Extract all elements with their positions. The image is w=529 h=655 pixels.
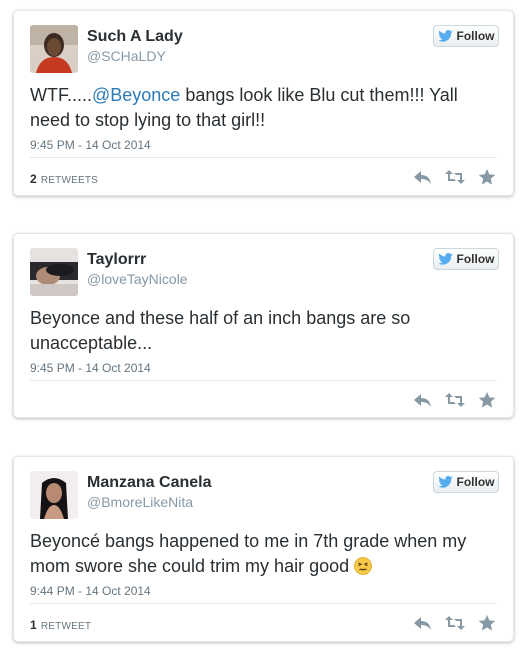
retweet-count-label: RETWEET [40, 621, 92, 632]
avatar[interactable] [30, 471, 78, 519]
tweet-card: Manzana Canela @BmoreLikeNita Follow Bey… [13, 456, 514, 642]
tweet-text: Beyoncé bangs happened to me in 7th grad… [30, 529, 497, 579]
reply-icon[interactable] [413, 391, 433, 409]
display-name[interactable]: Such A Lady [87, 28, 183, 46]
twitter-bird-icon [437, 476, 453, 488]
follow-label: Follow [456, 252, 495, 266]
follow-label: Follow [456, 475, 495, 489]
tweet-text: Beyonce and these half of an inch bangs … [30, 308, 411, 353]
timestamp[interactable]: 9:45 PM - 14 Oct 2014 [30, 138, 151, 152]
favorite-star-icon[interactable] [477, 614, 497, 632]
retweet-icon[interactable] [445, 391, 465, 409]
username[interactable]: @BmoreLikeNita [87, 494, 193, 510]
avatar[interactable] [30, 248, 78, 296]
follow-button[interactable]: Follow [433, 248, 499, 270]
username[interactable]: @SCHaLDY [87, 48, 166, 64]
favorite-star-icon[interactable] [477, 391, 497, 409]
tweet-actions [413, 614, 497, 632]
timestamp[interactable]: 9:45 PM - 14 Oct 2014 [30, 361, 151, 375]
follow-label: Follow [456, 29, 495, 43]
retweet-icon[interactable] [445, 614, 465, 632]
retweet-count-label: RETWEETS [40, 175, 99, 186]
tweet-text: WTF.....@Beyonce bangs look like Blu cut… [30, 83, 497, 133]
tweet-text-body: Beyoncé bangs happened to me in 7th grad… [30, 531, 467, 576]
timestamp[interactable]: 9:44 PM - 14 Oct 2014 [30, 584, 151, 598]
reply-icon[interactable] [413, 614, 433, 632]
tweet-card: Taylorrr @loveTayNicole Follow Beyonce a… [13, 233, 514, 418]
divider [30, 380, 497, 381]
divider [30, 603, 497, 604]
mention-link[interactable]: @Beyonce [92, 85, 180, 105]
follow-button[interactable]: Follow [433, 471, 499, 493]
follow-button[interactable]: Follow [433, 25, 499, 47]
retweet-count-number: 2 [30, 172, 37, 186]
display-name[interactable]: Taylorrr [87, 251, 146, 269]
retweet-count[interactable]: 2 RETWEETS [30, 172, 98, 186]
persevering-face-emoji [354, 557, 373, 575]
display-name[interactable]: Manzana Canela [87, 474, 211, 492]
retweet-count-number: 1 [30, 618, 37, 632]
divider [30, 157, 497, 158]
twitter-bird-icon [437, 30, 453, 42]
avatar[interactable] [30, 25, 78, 73]
retweet-icon[interactable] [445, 168, 465, 186]
tweet-text-prefix: WTF..... [30, 85, 92, 105]
favorite-star-icon[interactable] [477, 168, 497, 186]
tweet-actions [413, 391, 497, 409]
tweet-card: Such A Lady @SCHaLDY Follow WTF.....@Bey… [13, 10, 514, 196]
retweet-count[interactable]: 1 RETWEET [30, 618, 91, 632]
reply-icon[interactable] [413, 168, 433, 186]
twitter-bird-icon [437, 253, 453, 265]
username[interactable]: @loveTayNicole [87, 271, 188, 287]
tweet-actions [413, 168, 497, 186]
